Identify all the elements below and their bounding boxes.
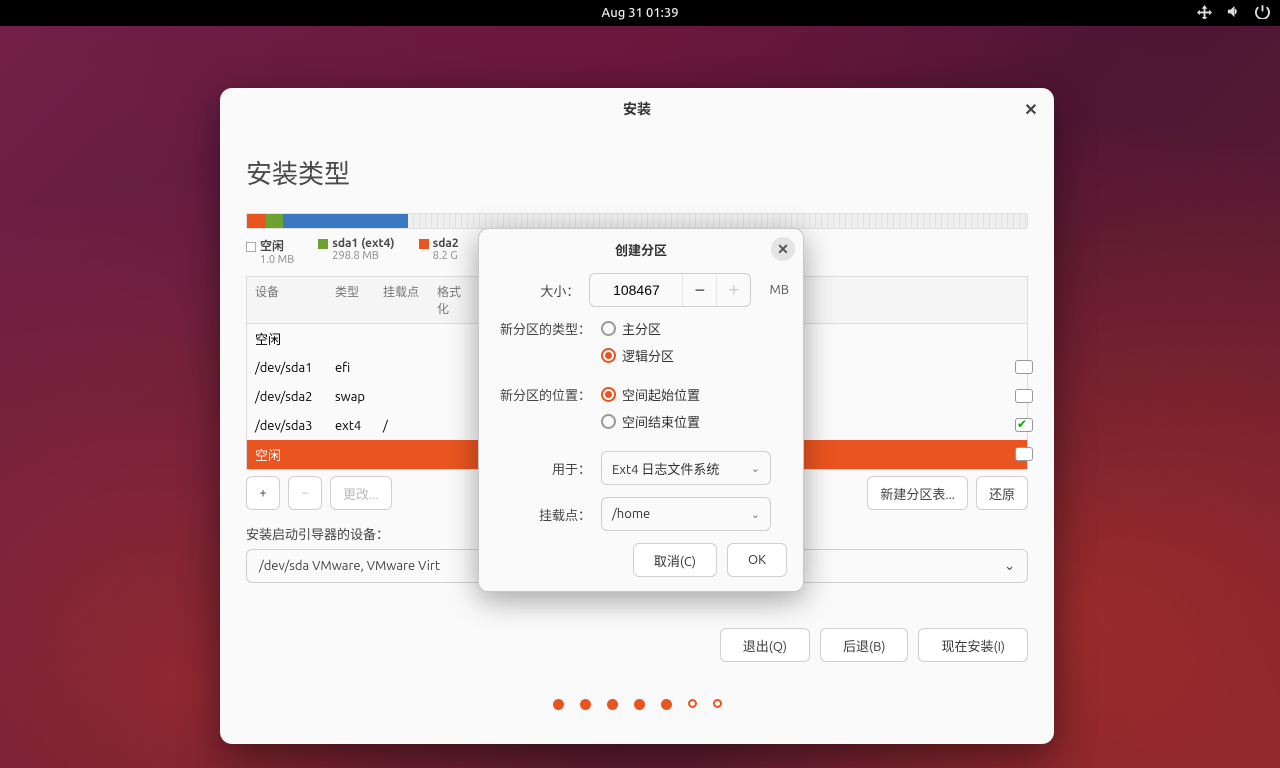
- gnome-topbar: Aug 31 01:39: [0, 0, 1280, 26]
- dialog-title: 创建分区 ✕: [479, 229, 803, 269]
- create-partition-dialog: 创建分区 ✕ 大小： − + MB 新分区的类型： 主分区 逻辑分区 新分区的位…: [478, 228, 804, 592]
- radio-primary[interactable]: 主分区: [601, 319, 674, 338]
- use-as-label: 用于：: [493, 459, 591, 478]
- new-partition-table-button[interactable]: 新建分区表...: [867, 476, 968, 510]
- page-title: 安装类型: [246, 154, 1028, 191]
- mount-point-label: 挂载点：: [493, 505, 591, 524]
- size-increment-button[interactable]: +: [716, 274, 750, 306]
- ok-button[interactable]: OK: [727, 543, 787, 577]
- radio-begin[interactable]: 空间起始位置: [601, 385, 700, 404]
- size-unit: MB: [769, 283, 789, 297]
- change-partition-button[interactable]: 更改...: [330, 476, 392, 510]
- close-icon[interactable]: ✕: [771, 237, 795, 261]
- clock: Aug 31 01:39: [601, 6, 678, 20]
- window-titlebar: 安装 ✕: [220, 88, 1054, 130]
- quit-button[interactable]: 退出(Q): [720, 628, 810, 662]
- network-icon[interactable]: [1197, 4, 1212, 22]
- partition-type-label: 新分区的类型：: [493, 319, 591, 338]
- size-decrement-button[interactable]: −: [682, 274, 716, 306]
- size-input[interactable]: [590, 282, 682, 298]
- window-title: 安装: [623, 99, 651, 119]
- radio-logical[interactable]: 逻辑分区: [601, 346, 674, 365]
- location-label: 新分区的位置：: [493, 385, 591, 404]
- add-partition-button[interactable]: +: [246, 476, 280, 510]
- format-checkbox[interactable]: [1015, 418, 1033, 432]
- system-tray[interactable]: [1197, 0, 1270, 26]
- partition-usage-bar: [246, 213, 1028, 229]
- radio-end[interactable]: 空间结束位置: [601, 412, 700, 431]
- size-spinbox[interactable]: − +: [589, 273, 751, 307]
- chevron-down-icon: ⌄: [751, 462, 760, 475]
- progress-dots: [220, 699, 1054, 710]
- volume-icon[interactable]: [1226, 4, 1241, 22]
- use-as-combo[interactable]: Ext4 日志文件系统⌄: [601, 451, 771, 485]
- chevron-down-icon: ⌄: [751, 508, 760, 521]
- install-now-button[interactable]: 现在安装(I): [918, 628, 1028, 662]
- revert-button[interactable]: 还原: [976, 476, 1028, 510]
- cancel-button[interactable]: 取消(C): [633, 543, 717, 577]
- size-label: 大小：: [493, 281, 579, 300]
- remove-partition-button[interactable]: −: [288, 476, 322, 510]
- close-icon[interactable]: ✕: [1022, 100, 1040, 118]
- back-button[interactable]: 后退(B): [820, 628, 908, 662]
- chevron-down-icon: ⌄: [1004, 559, 1015, 574]
- power-icon[interactable]: [1255, 4, 1270, 22]
- mount-point-combo[interactable]: /home⌄: [601, 497, 771, 531]
